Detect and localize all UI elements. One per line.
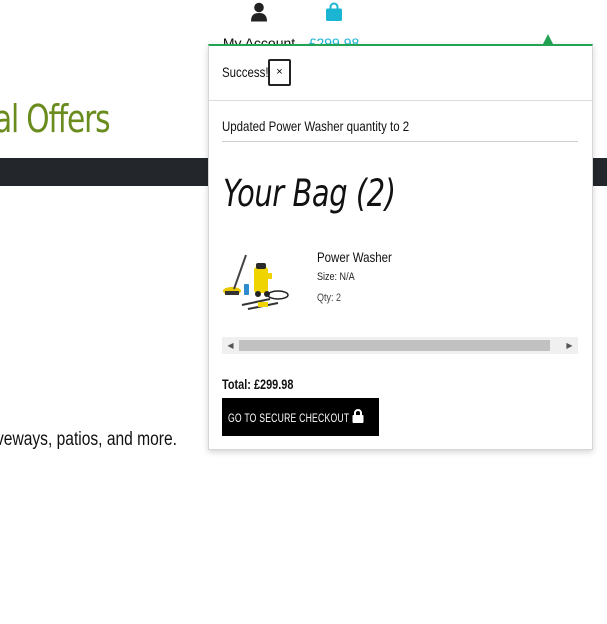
divider xyxy=(222,141,578,142)
person-icon xyxy=(251,2,267,22)
bag-dropdown: Success! × Updated Power Washer quantity… xyxy=(208,44,593,450)
lock-icon xyxy=(352,409,364,423)
product-size: Size: N/A xyxy=(317,271,355,283)
dropdown-caret xyxy=(543,34,553,44)
toast-title: Success! xyxy=(222,64,269,80)
checkout-label: Go To Secure Checkout xyxy=(228,411,350,425)
page-heading: al Offers xyxy=(0,97,111,141)
product-quantity: Qty: 2 xyxy=(317,292,342,304)
bag-title: Your Bag (2) xyxy=(223,172,396,215)
bag-total: Total: £299.98 xyxy=(222,376,294,392)
scroll-right-icon[interactable]: ▶ xyxy=(561,337,578,354)
toast-message: Updated Power Washer quantity to 2 xyxy=(222,118,410,134)
bag-link[interactable]: £299.98 xyxy=(303,2,365,50)
secure-checkout-button[interactable]: Go To Secure Checkout xyxy=(222,398,379,436)
product-name[interactable]: Power Washer xyxy=(317,249,392,265)
toast-header: Success! × xyxy=(209,46,592,101)
scrollbar-thumb[interactable] xyxy=(239,340,550,351)
page-body-text: veways, patios, and more. xyxy=(0,429,177,450)
close-button[interactable]: × xyxy=(268,59,291,86)
shopping-bag-icon xyxy=(326,2,342,21)
scroll-left-icon[interactable]: ◀ xyxy=(222,337,239,354)
product-image xyxy=(223,254,289,310)
horizontal-scrollbar[interactable]: ◀ ▶ xyxy=(222,337,578,354)
my-account-link[interactable]: My Account xyxy=(222,2,296,50)
